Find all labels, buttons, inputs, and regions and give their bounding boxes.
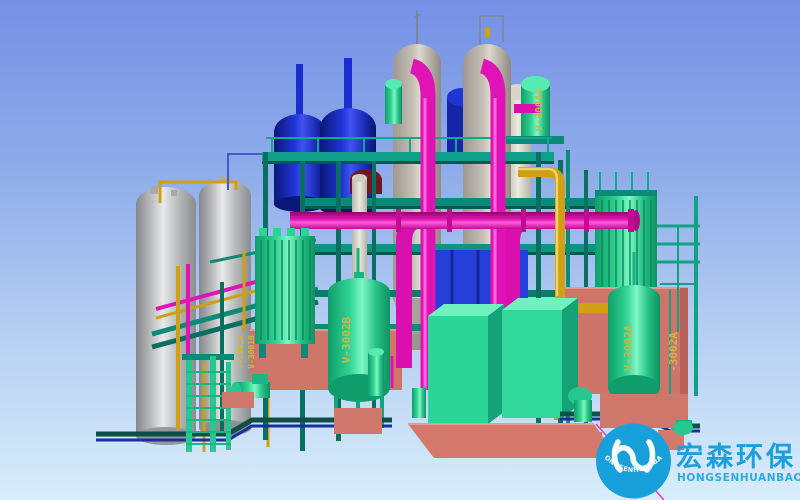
label-v-3002a: V-3002A [622,324,635,371]
label-v-3004a: V-3004A [534,89,545,131]
plate-heat-exchanger-left [255,228,315,358]
plant-3d-render: V-3004A [0,0,800,500]
green-box-tanks [428,298,578,424]
render-canvas: V-3004A [0,0,800,500]
label-v-3001a: V-3001A [236,335,245,369]
label-3002a-tag: -3002A [667,332,680,372]
label-v-3002b: V-3002B [340,316,353,363]
logo-name-en: HONGSENHUANBAO [677,472,800,484]
label-v-3001b: V-3001B [247,335,256,369]
logo-name-cn: 宏森环保 [676,441,796,473]
near-logo-machinery [673,420,693,435]
